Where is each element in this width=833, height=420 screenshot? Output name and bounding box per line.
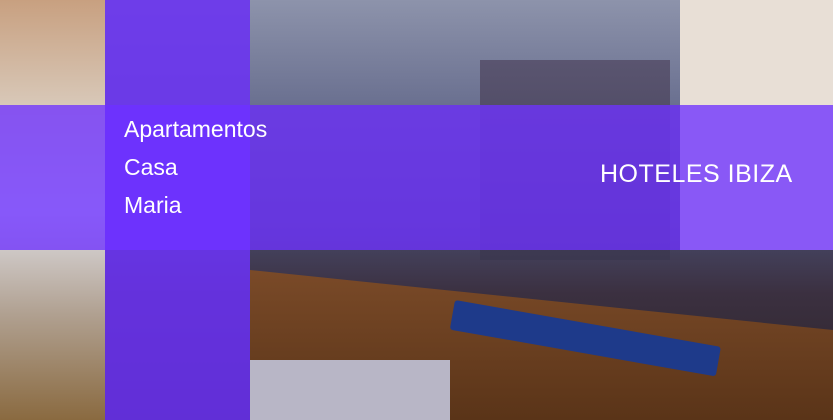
hotel-name-line: Apartamentos [124,116,268,142]
hotel-name-line: Maria [124,192,182,218]
counter-front [250,360,450,420]
hotel-name: Apartamentos Casa Maria [124,110,294,224]
brand-label: HOTELES IBIZA [600,160,793,188]
hotel-name-line: Casa [124,154,178,180]
